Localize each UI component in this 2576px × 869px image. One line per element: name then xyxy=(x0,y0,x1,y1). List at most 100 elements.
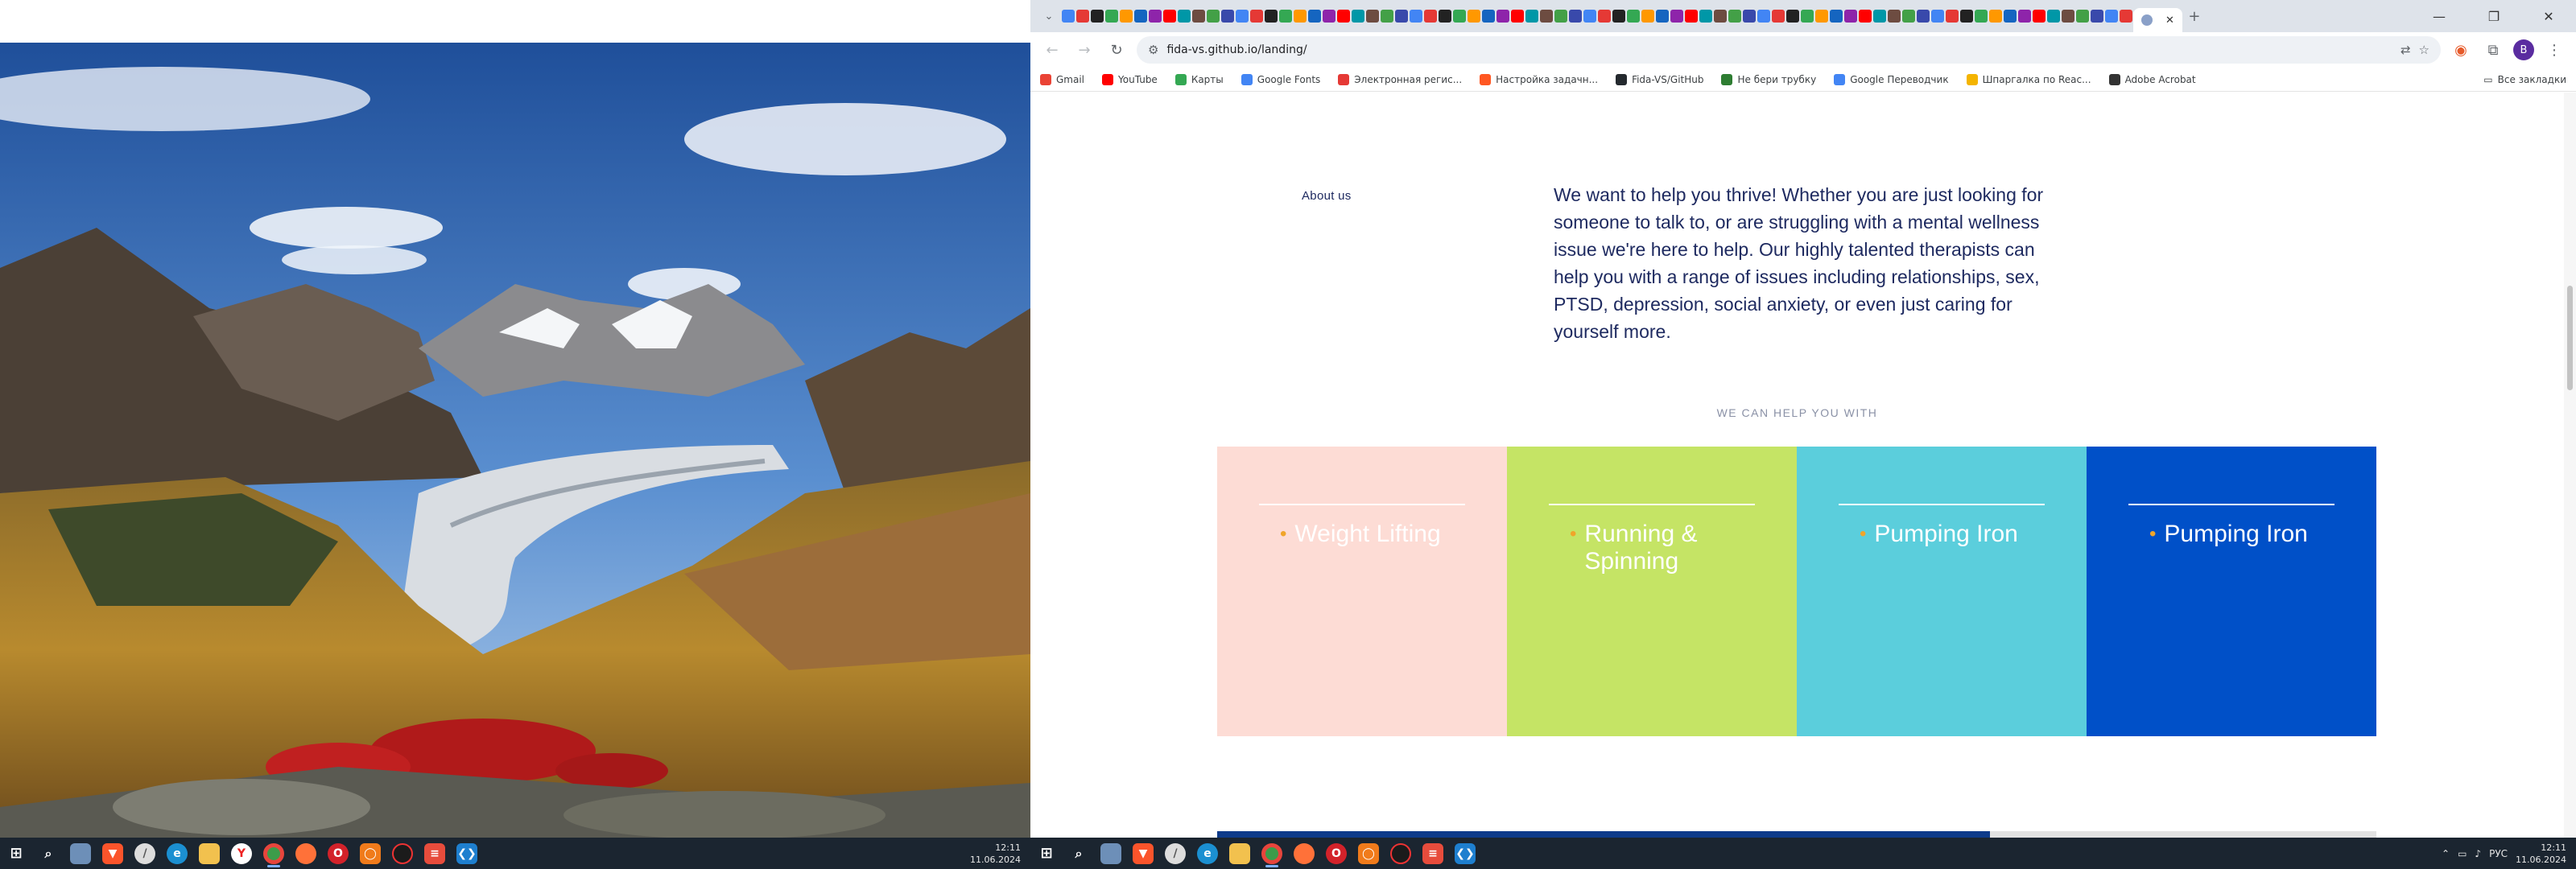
pinned-tab-favicon-icon[interactable] xyxy=(1772,10,1785,23)
pinned-tab-favicon-icon[interactable] xyxy=(1960,10,1973,23)
pinned-tab-favicon-icon[interactable] xyxy=(1468,10,1480,23)
vscode-icon[interactable]: ❮❯ xyxy=(451,838,483,869)
translate-icon[interactable]: ⇄ xyxy=(2401,43,2411,57)
brave-browser-icon[interactable]: ▼ xyxy=(97,838,129,869)
pinned-tab-favicon-icon[interactable] xyxy=(1989,10,2002,23)
bookmark-registration[interactable]: Электронная регис... xyxy=(1338,73,1462,85)
all-bookmarks[interactable]: ▭ Все закладки xyxy=(2483,74,2566,85)
pinned-tab-favicon-icon[interactable] xyxy=(2062,10,2074,23)
pinned-tab-favicon-icon[interactable] xyxy=(1062,10,1075,23)
pinned-tab-favicon-icon[interactable] xyxy=(1439,10,1451,23)
bookmark-google-fonts[interactable]: Google Fonts xyxy=(1241,73,1320,85)
pinned-tab-favicon-icon[interactable] xyxy=(2120,10,2132,23)
pinned-tab-favicon-icon[interactable] xyxy=(1931,10,1944,23)
pinned-tab-favicon-icon[interactable] xyxy=(1076,10,1089,23)
opera-browser-icon[interactable]: O xyxy=(1320,838,1352,869)
pinned-tab-favicon-icon[interactable] xyxy=(1656,10,1669,23)
pinned-tab-favicon-icon[interactable] xyxy=(1410,10,1422,23)
pinned-tab-favicon-icon[interactable] xyxy=(1482,10,1495,23)
pinned-tab-favicon-icon[interactable] xyxy=(1757,10,1770,23)
pinned-tab-favicon-icon[interactable] xyxy=(1554,10,1567,23)
pinned-tab-favicon-icon[interactable] xyxy=(1917,10,1930,23)
pinned-tab-favicon-icon[interactable] xyxy=(1192,10,1205,23)
app-icon-orange[interactable]: ◯ xyxy=(354,838,386,869)
pinned-tab-favicon-icon[interactable] xyxy=(1540,10,1553,23)
tab-active[interactable]: ✕ xyxy=(2133,8,2182,32)
pinned-tab-favicon-icon[interactable] xyxy=(1902,10,1915,23)
pinned-tab-favicon-icon[interactable] xyxy=(1598,10,1611,23)
app-icon-circle[interactable]: / xyxy=(1159,838,1191,869)
bookmark-adobe-acrobat[interactable]: Adobe Acrobat xyxy=(2108,73,2196,85)
bookmark-google-translate[interactable]: Google Переводчик xyxy=(1834,73,1949,85)
pinned-tab-favicon-icon[interactable] xyxy=(1888,10,1901,23)
pinned-tab-favicon-icon[interactable] xyxy=(2091,10,2103,23)
pinned-tab-favicon-icon[interactable] xyxy=(1627,10,1640,23)
network-icon[interactable]: ▭ xyxy=(2458,848,2467,859)
pinned-tab-favicon-icon[interactable] xyxy=(1294,10,1307,23)
pinned-tab-favicon-icon[interactable] xyxy=(1801,10,1814,23)
pinned-tab-favicon-icon[interactable] xyxy=(1496,10,1509,23)
maximize-button[interactable]: ❐ xyxy=(2467,0,2521,32)
bookmark-dont-answer[interactable]: Не бери трубку xyxy=(1721,73,1816,85)
right-taskbar-clock[interactable]: 12:11 11.06.2024 xyxy=(2516,842,2566,866)
pinned-tab-favicon-icon[interactable] xyxy=(1830,10,1843,23)
pinned-tab-favicon-icon[interactable] xyxy=(1714,10,1727,23)
site-info-icon[interactable]: ⚙ xyxy=(1148,43,1158,57)
pinned-tab-favicon-icon[interactable] xyxy=(1221,10,1234,23)
edge-browser-icon[interactable]: e xyxy=(161,838,193,869)
pinned-tab-favicon-icon[interactable] xyxy=(1525,10,1538,23)
bookmark-task-settings[interactable]: Настройка задачн... xyxy=(1480,73,1598,85)
pinned-tab-favicon-icon[interactable] xyxy=(1265,10,1278,23)
pinned-tab-favicon-icon[interactable] xyxy=(1453,10,1466,23)
pinned-tab-favicon-icon[interactable] xyxy=(1250,10,1263,23)
pinned-tab-favicon-icon[interactable] xyxy=(1975,10,1988,23)
scrollbar-thumb[interactable] xyxy=(2567,286,2573,390)
extensions-puzzle-icon[interactable]: ⧉ xyxy=(2481,38,2505,62)
pinned-tab-favicon-icon[interactable] xyxy=(1279,10,1292,23)
firefox-browser-icon[interactable] xyxy=(1288,838,1320,869)
close-tab-icon[interactable]: ✕ xyxy=(2165,14,2174,27)
pinned-tab-favicon-icon[interactable] xyxy=(1699,10,1712,23)
app-icon-circle[interactable]: / xyxy=(129,838,161,869)
browser-menu-icon[interactable]: ⋮ xyxy=(2542,38,2566,62)
notepad-icon[interactable] xyxy=(64,838,97,869)
extension-icon[interactable]: ◉ xyxy=(2449,38,2473,62)
edge-browser-icon[interactable]: e xyxy=(1191,838,1224,869)
pinned-tab-favicon-icon[interactable] xyxy=(1844,10,1857,23)
pinned-tab-favicon-icon[interactable] xyxy=(1815,10,1828,23)
url-text[interactable]: fida-vs.github.io/landing/ xyxy=(1166,43,2392,56)
bookmark-react-cheatsheet[interactable]: Шпаргалка по Reac... xyxy=(1966,73,2091,85)
bookmark-maps[interactable]: Карты xyxy=(1174,73,1224,85)
left-taskbar-clock[interactable]: 12:11 11.06.2024 xyxy=(970,842,1021,866)
pinned-tab-favicon-icon[interactable] xyxy=(1149,10,1162,23)
pinned-tab-favicon-icon[interactable] xyxy=(1091,10,1104,23)
opera-gx-icon[interactable] xyxy=(386,838,419,869)
bookmark-github[interactable]: Fida-VS/GitHub xyxy=(1616,73,1703,85)
reload-icon[interactable]: ↻ xyxy=(1104,38,1129,62)
pinned-tab-favicon-icon[interactable] xyxy=(1670,10,1683,23)
pinned-tab-favicon-icon[interactable] xyxy=(1424,10,1437,23)
pinned-tab-favicon-icon[interactable] xyxy=(1728,10,1741,23)
bookmark-youtube[interactable]: YouTube xyxy=(1102,73,1158,85)
pinned-tab-favicon-icon[interactable] xyxy=(2076,10,2089,23)
address-bar[interactable]: ⚙ fida-vs.github.io/landing/ ⇄ ☆ xyxy=(1137,36,2441,64)
pinned-tab-favicon-icon[interactable] xyxy=(1743,10,1756,23)
chrome-browser-icon[interactable] xyxy=(258,838,290,869)
pinned-tab-favicon-icon[interactable] xyxy=(1236,10,1249,23)
pinned-tab-favicon-icon[interactable] xyxy=(1641,10,1654,23)
pinned-tab-favicon-icon[interactable] xyxy=(1583,10,1596,23)
pinned-tab-favicon-icon[interactable] xyxy=(1308,10,1321,23)
file-explorer-icon[interactable] xyxy=(1224,838,1256,869)
bookmark-gmail[interactable]: Gmail xyxy=(1040,73,1084,85)
pinned-tab-favicon-icon[interactable] xyxy=(1337,10,1350,23)
minimize-button[interactable]: — xyxy=(2412,0,2467,32)
search-icon[interactable]: ⌕ xyxy=(32,838,64,869)
pinned-tab-favicon-icon[interactable] xyxy=(1612,10,1625,23)
pinned-tab-favicon-icon[interactable] xyxy=(1163,10,1176,23)
back-arrow-icon[interactable]: ← xyxy=(1040,38,1064,62)
brave-browser-icon[interactable]: ▼ xyxy=(1127,838,1159,869)
notepad-icon[interactable] xyxy=(1095,838,1127,869)
pinned-tab-favicon-icon[interactable] xyxy=(2047,10,2060,23)
vscode-icon[interactable]: ❮❯ xyxy=(1449,838,1481,869)
pinned-tab-favicon-icon[interactable] xyxy=(1207,10,1220,23)
